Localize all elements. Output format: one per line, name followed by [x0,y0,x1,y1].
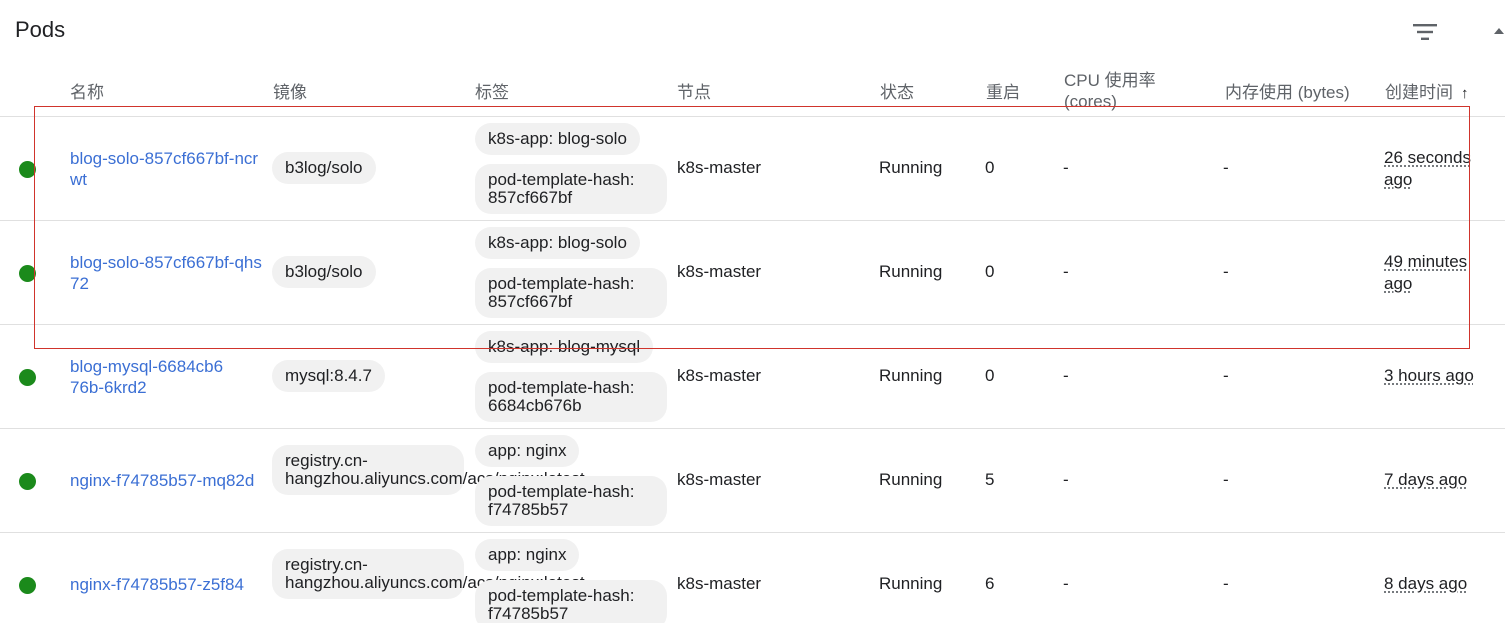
status-running-icon [19,265,36,282]
status-cell: Running [879,262,943,281]
label-chip: k8s-app: blog-solo [475,227,640,259]
status-cell: Running [879,470,943,489]
header-labels: 标签 [475,83,509,102]
created-age: 7 days ago [1384,470,1468,489]
status-running-icon [19,161,36,178]
pod-name-link[interactable]: nginx-f74785b57-mq82d [70,470,270,491]
arrow-upward-icon: ↑ [1461,85,1469,102]
header-status[interactable]: 状态 [880,82,914,103]
header-memory: 内存使用 (bytes) [1225,83,1350,102]
node-cell: k8s-master [677,262,762,281]
pod-name-link[interactable]: nginx-f74785b57-z5f84 [70,574,270,595]
label-chip: pod-template-hash: f74785b57 [475,580,667,623]
label-chip: k8s-app: blog-solo [475,123,640,155]
cpu-cell: - [1063,470,1069,489]
restarts-cell: 6 [985,574,995,593]
label-chip: app: nginx [475,539,580,571]
label-chip: pod-template-hash: f74785b57 [475,476,667,526]
restarts-cell: 0 [985,158,995,177]
image-chip: mysql:8.4.7 [272,360,385,392]
status-running-icon [19,577,36,594]
image-chip: b3log/solo [272,152,376,184]
label-chip: pod-template-hash: 6684cb676b [475,372,667,422]
header-restarts[interactable]: 重启 [986,82,1020,103]
header-created-label: 创建时间 [1385,83,1453,102]
pod-name-link[interactable]: blog-solo-857cf667bf-qhs72 [70,252,265,294]
table-row: blog-solo-857cf667bf-ncrwt b3log/solo k8… [0,117,1505,221]
label-chip: app: nginx [475,435,580,467]
status-cell: Running [879,366,943,385]
restarts-cell: 0 [985,366,995,385]
cpu-cell: - [1063,158,1069,177]
table-row: nginx-f74785b57-mq82d registry.cn-hangzh… [0,429,1505,533]
header-cpu: CPU 使用率 (cores) [1064,71,1156,111]
node-cell: k8s-master [677,158,762,177]
pods-page: Pods 名称 镜像 标签 节点 状态 重启 CPU 使用率 (cores) 内… [0,0,1505,623]
label-chip: pod-template-hash: 857cf667bf [475,164,667,214]
cpu-cell: - [1063,574,1069,593]
table-row: blog-mysql-6684cb676b-6krd2 mysql:8.4.7 … [0,325,1505,429]
node-cell: k8s-master [677,470,762,489]
cpu-cell: - [1063,366,1069,385]
node-cell: k8s-master [677,366,762,385]
filter-icon [1413,24,1437,40]
status-running-icon [19,369,36,386]
table-row: nginx-f74785b57-z5f84 registry.cn-hangzh… [0,533,1505,623]
created-age: 8 days ago [1384,574,1468,593]
memory-cell: - [1223,574,1229,593]
created-age: 26 seconds ago [1384,148,1471,189]
label-chip: pod-template-hash: 857cf667bf [475,268,667,318]
memory-cell: - [1223,366,1229,385]
header-image: 镜像 [273,83,307,102]
pod-name-link[interactable]: blog-solo-857cf667bf-ncrwt [70,148,265,190]
scroll-up-arrow[interactable] [1494,28,1504,34]
label-chip: k8s-app: blog-mysql [475,331,654,363]
created-age: 49 minutes ago [1384,252,1468,293]
node-cell: k8s-master [677,574,762,593]
table-header: 名称 镜像 标签 节点 状态 重启 CPU 使用率 (cores) 内存使用 (… [0,68,1505,117]
image-chip: registry.cn-hangzhou.aliyuncs.com/acs/ng… [272,445,585,495]
memory-cell: - [1223,470,1229,489]
restarts-cell: 0 [985,262,995,281]
header-node[interactable]: 节点 [677,82,711,103]
header-name[interactable]: 名称 [70,82,104,103]
table-row: blog-solo-857cf667bf-qhs72 b3log/solo k8… [0,221,1505,325]
status-running-icon [19,473,36,490]
pod-name-link[interactable]: blog-mysql-6684cb676b-6krd2 [70,356,230,398]
restarts-cell: 5 [985,470,995,489]
filter-button[interactable] [1410,20,1440,44]
image-chip: b3log/solo [272,256,376,288]
status-cell: Running [879,574,943,593]
cpu-cell: - [1063,262,1069,281]
memory-cell: - [1223,262,1229,281]
created-age: 3 hours ago [1384,366,1474,385]
memory-cell: - [1223,158,1229,177]
page-title: Pods [15,17,66,42]
status-cell: Running [879,158,943,177]
pods-table-body: blog-solo-857cf667bf-ncrwt b3log/solo k8… [0,117,1505,623]
header-created[interactable]: 创建时间 ↑ [1385,82,1469,104]
image-chip: registry.cn-hangzhou.aliyuncs.com/acs/ng… [272,549,585,599]
